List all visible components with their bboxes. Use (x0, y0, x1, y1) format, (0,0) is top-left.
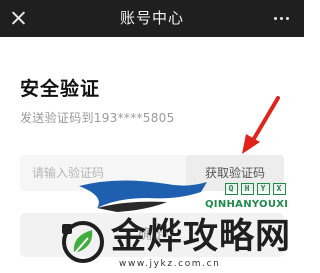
phone-hint-text: 发送验证码到193****5805 (20, 111, 175, 125)
red-arrow-annotation (242, 96, 280, 154)
plug-leaf-icon (62, 221, 104, 263)
watermark-url: www.jykz.com.cn (119, 259, 221, 269)
watermark-brand: Q H Y X (207, 183, 303, 195)
brand-letter: H (240, 183, 254, 195)
brand-letter: X (272, 183, 286, 195)
section-heading: 安全验证 (20, 78, 101, 100)
page-title: 账号中心 (119, 9, 184, 27)
brand-letter: Q (224, 183, 238, 195)
brand-letter: Y (256, 183, 270, 195)
watermark-brand-sub: QINHANYOUXI (205, 199, 289, 210)
watermark: Q H Y X QINHANYOUXI 金烨攻略网 www.jykz.com.c… (55, 175, 304, 273)
cap-logo-icon (79, 180, 207, 212)
watermark-title: 金烨攻略网 (111, 217, 292, 257)
title-bar: 账号中心 (0, 0, 304, 37)
more-icon[interactable] (272, 8, 292, 28)
